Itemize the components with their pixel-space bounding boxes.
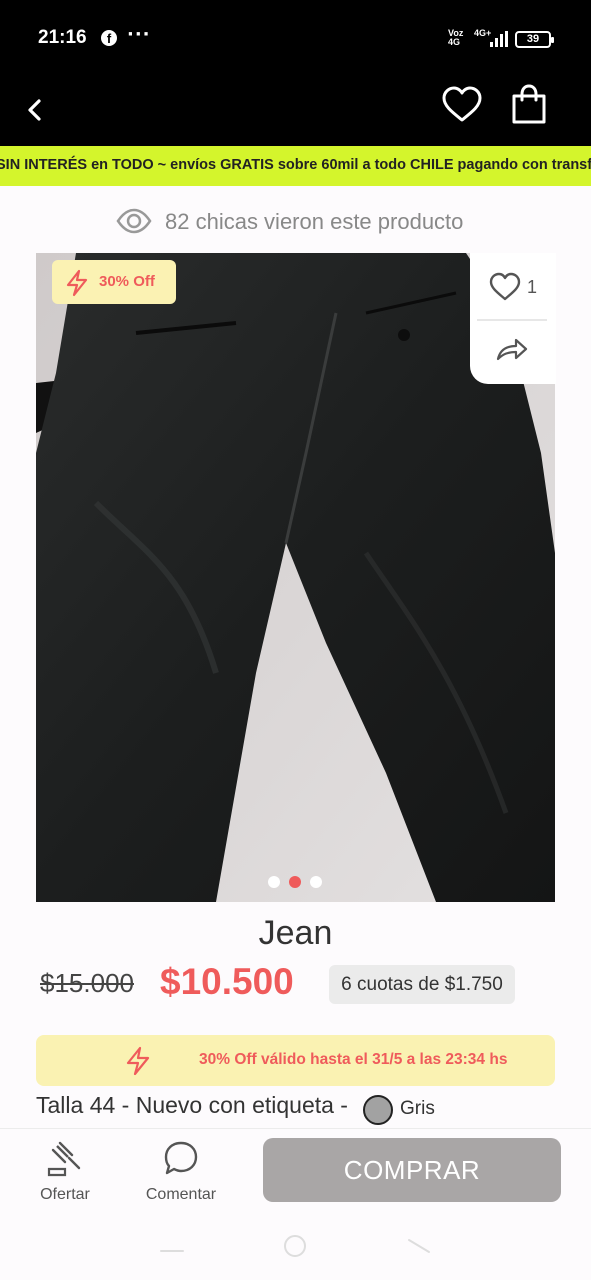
discount-badge-label: 30% Off <box>99 273 155 290</box>
offer-label: Ofertar <box>40 1186 90 1203</box>
home-icon[interactable] <box>280 1234 310 1258</box>
announcement-text: SIN INTERÉS en TODO ~ envíos GRATIS sobr… <box>0 157 591 173</box>
heart-icon[interactable] <box>440 84 484 128</box>
color-name: Gris <box>400 1098 435 1119</box>
network-label: Voz 4G <box>448 28 464 47</box>
comment-button[interactable]: Comentar <box>136 1137 226 1207</box>
battery-icon: 39 <box>515 31 554 48</box>
network-type: 4G+ <box>474 28 492 38</box>
carousel-pager <box>268 876 326 888</box>
app-bar <box>0 80 591 146</box>
views-text: 82 chicas vieron este producto <box>165 209 464 234</box>
product-actions-card: 1 <box>470 253 556 384</box>
likes-count: 1 <box>527 277 538 297</box>
lightning-icon <box>126 1046 150 1076</box>
comment-label: Comentar <box>145 1186 217 1203</box>
comment-bubble-icon <box>164 1141 198 1175</box>
promo-banner: 30% Off válido hasta el 31/5 a las 23:34… <box>36 1035 555 1086</box>
carousel-dot[interactable] <box>310 876 322 888</box>
product-details: Talla 44 - Nuevo con etiqueta - <box>36 1092 348 1118</box>
announcement-banner[interactable]: SIN INTERÉS en TODO ~ envíos GRATIS sobr… <box>0 146 591 186</box>
promo-text: 30% Off válido hasta el 31/5 a las 23:34… <box>199 1051 508 1068</box>
gavel-icon <box>47 1141 81 1177</box>
offer-button[interactable]: Ofertar <box>20 1137 110 1207</box>
divider <box>477 319 547 321</box>
signal-icon <box>490 31 508 47</box>
color-swatch <box>363 1095 393 1125</box>
sale-price: $10.500 <box>160 961 294 1002</box>
chevron-left-icon[interactable] <box>18 88 54 132</box>
recent-apps-icon[interactable] <box>158 1248 188 1254</box>
lightning-icon <box>66 269 88 297</box>
system-nav-bar <box>0 1220 591 1280</box>
bottom-action-bar: Ofertar Comentar COMPRAR <box>0 1128 591 1220</box>
discount-badge: 30% Off <box>52 260 176 304</box>
product-title: Jean <box>258 914 333 952</box>
eye-icon <box>116 208 152 234</box>
status-bar: 21:16 f ··· Voz 4G 4G+ 39 <box>0 0 591 80</box>
like-heart-icon[interactable] <box>488 271 522 303</box>
more-notifications-icon: ··· <box>127 24 151 45</box>
facebook-icon: f <box>101 30 117 46</box>
installments-badge: 6 cuotas de $1.750 <box>329 965 515 1004</box>
views-counter: 82 chicas vieron este producto <box>0 204 591 240</box>
carousel-dot[interactable] <box>268 876 280 888</box>
carousel-dot-active[interactable] <box>289 876 301 888</box>
original-price: $15.000 <box>40 968 134 998</box>
back-nav-icon[interactable] <box>405 1236 435 1256</box>
buy-button[interactable]: COMPRAR <box>263 1138 561 1202</box>
shopping-bag-icon[interactable] <box>508 82 552 128</box>
share-icon[interactable] <box>494 335 530 365</box>
clock: 21:16 <box>38 27 87 48</box>
